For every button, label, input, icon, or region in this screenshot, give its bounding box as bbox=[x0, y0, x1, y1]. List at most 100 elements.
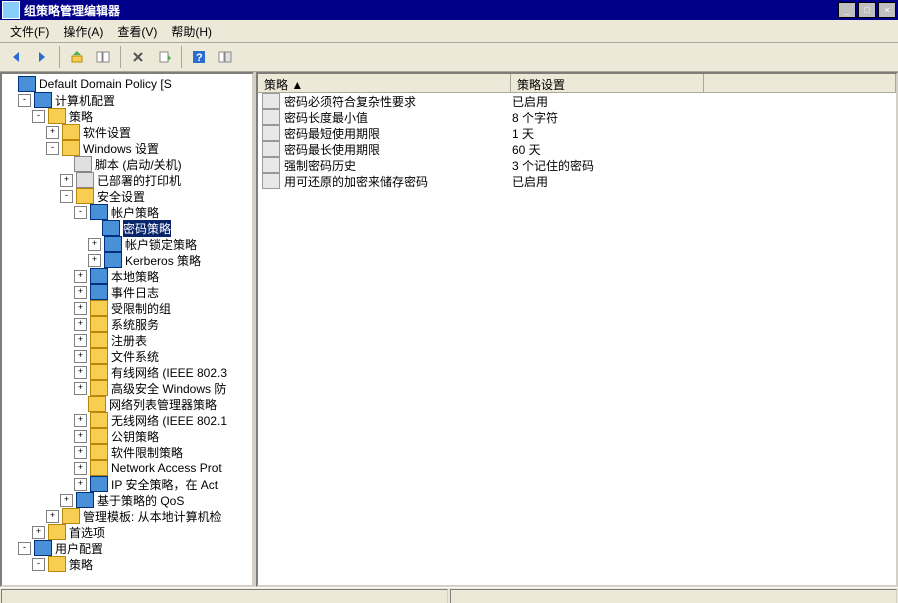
tree-node[interactable]: + 公钥策略 bbox=[4, 428, 250, 444]
tree-node[interactable]: -策略 bbox=[4, 108, 250, 124]
delete-button[interactable] bbox=[126, 45, 150, 69]
expand-toggle[interactable]: + bbox=[74, 302, 87, 315]
tree-node[interactable]: +已部署的打印机 bbox=[4, 172, 250, 188]
tree-node[interactable]: + 无线网络 (IEEE 802.1 bbox=[4, 412, 250, 428]
tree-node[interactable]: +本地策略 bbox=[4, 268, 250, 284]
policy-setting: 60 天 bbox=[508, 141, 692, 158]
close-button[interactable]: × bbox=[878, 2, 896, 18]
tree-node-label: 系统服务 bbox=[111, 316, 159, 333]
expand-toggle[interactable]: - bbox=[32, 558, 45, 571]
tree-node[interactable]: - Windows 设置 bbox=[4, 140, 250, 156]
tree-node[interactable]: +首选项 bbox=[4, 524, 250, 540]
tree-node[interactable]: + 文件系统 bbox=[4, 348, 250, 364]
export-button[interactable] bbox=[152, 45, 176, 69]
expand-toggle[interactable]: + bbox=[74, 334, 87, 347]
tree-node[interactable]: + 系统服务 bbox=[4, 316, 250, 332]
minimize-button[interactable]: _ bbox=[838, 2, 856, 18]
column-header-policy[interactable]: 策略 ▲ bbox=[258, 74, 511, 92]
help-button[interactable]: ? bbox=[187, 45, 211, 69]
maximize-button[interactable]: □ bbox=[858, 2, 876, 18]
expand-toggle[interactable]: - bbox=[18, 94, 31, 107]
expand-toggle[interactable]: + bbox=[88, 254, 101, 267]
tree-node[interactable]: +Network Access Prot bbox=[4, 460, 250, 476]
menu-file[interactable]: 文件(F) bbox=[4, 21, 55, 42]
expand-toggle[interactable]: - bbox=[32, 110, 45, 123]
tree-node[interactable]: + 事件日志 bbox=[4, 284, 250, 300]
tree-node[interactable]: 脚本 (启动/关机) bbox=[4, 156, 250, 172]
tree-node[interactable]: +注册表 bbox=[4, 332, 250, 348]
column-header-setting[interactable]: 策略设置 bbox=[511, 74, 704, 92]
workspace: Default Domain Policy [S-计算机配置-策略+软件设置-W… bbox=[0, 72, 898, 587]
expand-toggle[interactable]: - bbox=[74, 206, 87, 219]
tree-node[interactable]: - 用户配置 bbox=[4, 540, 250, 556]
expand-toggle[interactable]: + bbox=[74, 318, 87, 331]
expand-toggle[interactable]: + bbox=[74, 286, 87, 299]
tree-node-label: 无线网络 (IEEE 802.1 bbox=[111, 412, 227, 429]
expand-toggle[interactable]: + bbox=[32, 526, 45, 539]
tree-node-label: 用户配置 bbox=[55, 540, 103, 557]
policy-setting: 已启用 bbox=[508, 93, 692, 110]
expand-toggle[interactable]: + bbox=[46, 126, 59, 139]
tree-node[interactable]: +软件限制策略 bbox=[4, 444, 250, 460]
svg-text:?: ? bbox=[196, 52, 203, 64]
tree-node[interactable]: -策略 bbox=[4, 556, 250, 572]
folder-icon bbox=[62, 124, 80, 140]
expand-toggle[interactable]: + bbox=[74, 446, 87, 459]
tree-node-label: 事件日志 bbox=[111, 284, 159, 301]
tree-node[interactable]: +管理模板: 从本地计算机检 bbox=[4, 508, 250, 524]
expand-toggle[interactable]: + bbox=[74, 350, 87, 363]
menu-help[interactable]: 帮助(H) bbox=[165, 21, 218, 42]
expand-toggle[interactable]: + bbox=[74, 462, 87, 475]
tree-node[interactable]: +受限制的组 bbox=[4, 300, 250, 316]
list-row[interactable]: 密码必须符合复杂性要求已启用 bbox=[258, 93, 896, 109]
tree-node[interactable]: - 安全设置 bbox=[4, 188, 250, 204]
list-row[interactable]: 强制密码历史3 个记住的密码 bbox=[258, 157, 896, 173]
back-button[interactable] bbox=[4, 45, 28, 69]
policy-icon bbox=[262, 141, 280, 157]
expand-toggle[interactable]: + bbox=[74, 478, 87, 491]
show-hide-console-button[interactable] bbox=[91, 45, 115, 69]
tree-pane[interactable]: Default Domain Policy [S-计算机配置-策略+软件设置-W… bbox=[0, 72, 254, 587]
tree-node[interactable]: +帐户锁定策略 bbox=[4, 236, 250, 252]
tree-node[interactable]: 密码策略 bbox=[4, 220, 250, 236]
tree-node-label: 安全设置 bbox=[97, 188, 145, 205]
expand-toggle[interactable]: + bbox=[74, 270, 87, 283]
tree-node[interactable]: +有线网络 (IEEE 802.3 bbox=[4, 364, 250, 380]
tree-node[interactable]: +Kerberos 策略 bbox=[4, 252, 250, 268]
expand-toggle[interactable]: + bbox=[74, 414, 87, 427]
tree-node[interactable]: -帐户策略 bbox=[4, 204, 250, 220]
menu-action[interactable]: 操作(A) bbox=[57, 21, 109, 42]
expand-toggle[interactable]: + bbox=[60, 174, 73, 187]
expand-toggle[interactable]: + bbox=[46, 510, 59, 523]
policy-name: 密码最长使用期限 bbox=[284, 141, 380, 158]
tree-node-label: 文件系统 bbox=[111, 348, 159, 365]
tree-node[interactable]: +软件设置 bbox=[4, 124, 250, 140]
forward-button[interactable] bbox=[30, 45, 54, 69]
expand-toggle[interactable]: + bbox=[74, 366, 87, 379]
menu-view[interactable]: 查看(V) bbox=[111, 21, 163, 42]
folder-icon bbox=[90, 348, 108, 364]
expand-toggle[interactable]: + bbox=[74, 430, 87, 443]
expand-toggle[interactable]: + bbox=[60, 494, 73, 507]
list-row[interactable]: 密码长度最小值8 个字符 bbox=[258, 109, 896, 125]
tree-node[interactable]: Default Domain Policy [S bbox=[4, 76, 250, 92]
list-row[interactable]: 密码最长使用期限 60 天 bbox=[258, 141, 896, 157]
list-body[interactable]: 密码必须符合复杂性要求已启用密码长度最小值8 个字符密码最短使用期限1 天密码最… bbox=[258, 93, 896, 585]
tree-node[interactable]: +基于策略的 QoS bbox=[4, 492, 250, 508]
tree-node-label: Windows 设置 bbox=[83, 140, 159, 157]
expand-toggle[interactable]: - bbox=[46, 142, 59, 155]
tree-node[interactable]: +高级安全 Windows 防 bbox=[4, 380, 250, 396]
expand-toggle[interactable]: - bbox=[18, 542, 31, 555]
up-button[interactable] bbox=[65, 45, 89, 69]
tree-node[interactable]: +IP 安全策略，在 Act bbox=[4, 476, 250, 492]
expand-toggle[interactable]: + bbox=[88, 238, 101, 251]
list-row[interactable]: 用可还原的加密来储存密码已启用 bbox=[258, 173, 896, 189]
tree-node-label: 公钥策略 bbox=[111, 428, 159, 445]
properties-button[interactable] bbox=[213, 45, 237, 69]
policy-name: 强制密码历史 bbox=[284, 157, 356, 174]
tree-node[interactable]: 网络列表管理器策略 bbox=[4, 396, 250, 412]
expand-toggle[interactable]: - bbox=[60, 190, 73, 203]
expand-toggle[interactable]: + bbox=[74, 382, 87, 395]
tree-node[interactable]: -计算机配置 bbox=[4, 92, 250, 108]
list-row[interactable]: 密码最短使用期限1 天 bbox=[258, 125, 896, 141]
